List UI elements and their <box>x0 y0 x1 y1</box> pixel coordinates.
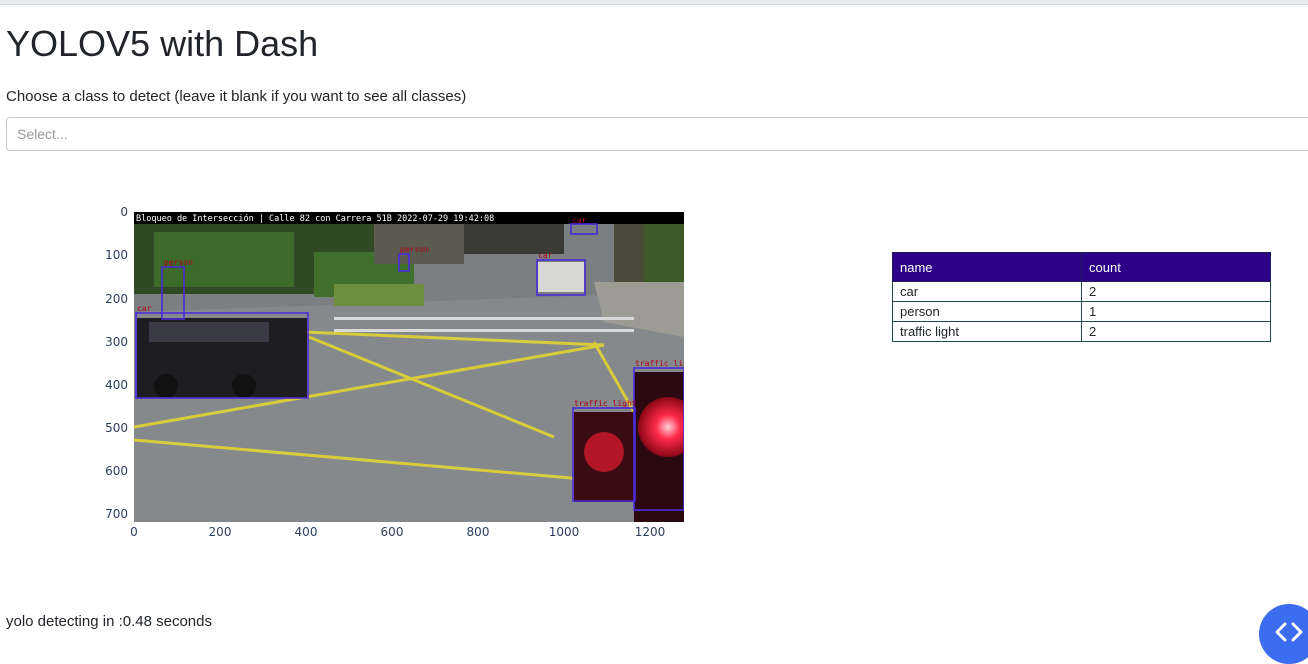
class-select-placeholder: Select... <box>17 126 68 142</box>
x-tick: 0 <box>130 525 138 539</box>
table-row: person 1 <box>892 301 1271 322</box>
y-tick: 400 <box>105 378 128 392</box>
y-tick: 100 <box>105 248 128 262</box>
traffic-light-label-1: traffic light <box>574 399 637 408</box>
y-tick: 500 <box>105 421 128 435</box>
x-tick: 1000 <box>548 525 580 539</box>
x-tick: 1200 <box>634 525 666 539</box>
code-icon <box>1275 622 1303 642</box>
detection-time-status: yolo detecting in :0.48 seconds <box>6 613 212 630</box>
y-tick: 600 <box>105 464 128 478</box>
table-cell-count: 1 <box>1081 301 1271 322</box>
table-row: traffic light 2 <box>892 321 1271 342</box>
table-header-row: name count <box>892 252 1271 282</box>
table-cell-count: 2 <box>1081 321 1271 342</box>
table-row: car 2 <box>892 281 1271 302</box>
detection-count-table: name count car 2 person 1 traffic light … <box>892 252 1271 342</box>
y-tick: 300 <box>105 335 128 349</box>
traffic-light-label-2: traffic light <box>635 359 684 368</box>
table-cell-name: car <box>892 281 1082 302</box>
column-header-count: count <box>1081 252 1271 282</box>
debug-menu-button[interactable] <box>1259 604 1308 664</box>
car-label-3: car <box>572 216 587 225</box>
x-tick: 800 <box>466 525 490 539</box>
y-tick: 0 <box>120 205 128 219</box>
car-label-2: car <box>538 251 553 260</box>
page-title: YOLOV5 with Dash <box>6 23 319 64</box>
x-tick: 600 <box>380 525 404 539</box>
table-cell-count: 2 <box>1081 281 1271 302</box>
top-border <box>0 0 1308 5</box>
table-cell-name: traffic light <box>892 321 1082 342</box>
class-select-label: Choose a class to detect (leave it blank… <box>6 88 467 105</box>
detection-figure[interactable]: Bloqueo de Intersección | Calle 82 con C… <box>100 200 700 545</box>
street-scene-graphic: Bloqueo de Intersección | Calle 82 con C… <box>134 212 684 522</box>
x-tick: 200 <box>208 525 232 539</box>
x-tick: 400 <box>294 525 318 539</box>
column-header-name: name <box>892 252 1082 282</box>
table-cell-name: person <box>892 301 1082 322</box>
class-select-dropdown[interactable]: Select... <box>6 117 1308 151</box>
person-label-1: person <box>164 258 193 267</box>
y-tick: 200 <box>105 292 128 306</box>
detection-image[interactable]: Bloqueo de Intersección | Calle 82 con C… <box>134 212 684 522</box>
person-label-2: person <box>400 245 429 254</box>
y-tick: 700 <box>105 507 128 521</box>
car-label-1: car <box>137 304 152 313</box>
image-caption: Bloqueo de Intersección | Calle 82 con C… <box>136 213 494 224</box>
